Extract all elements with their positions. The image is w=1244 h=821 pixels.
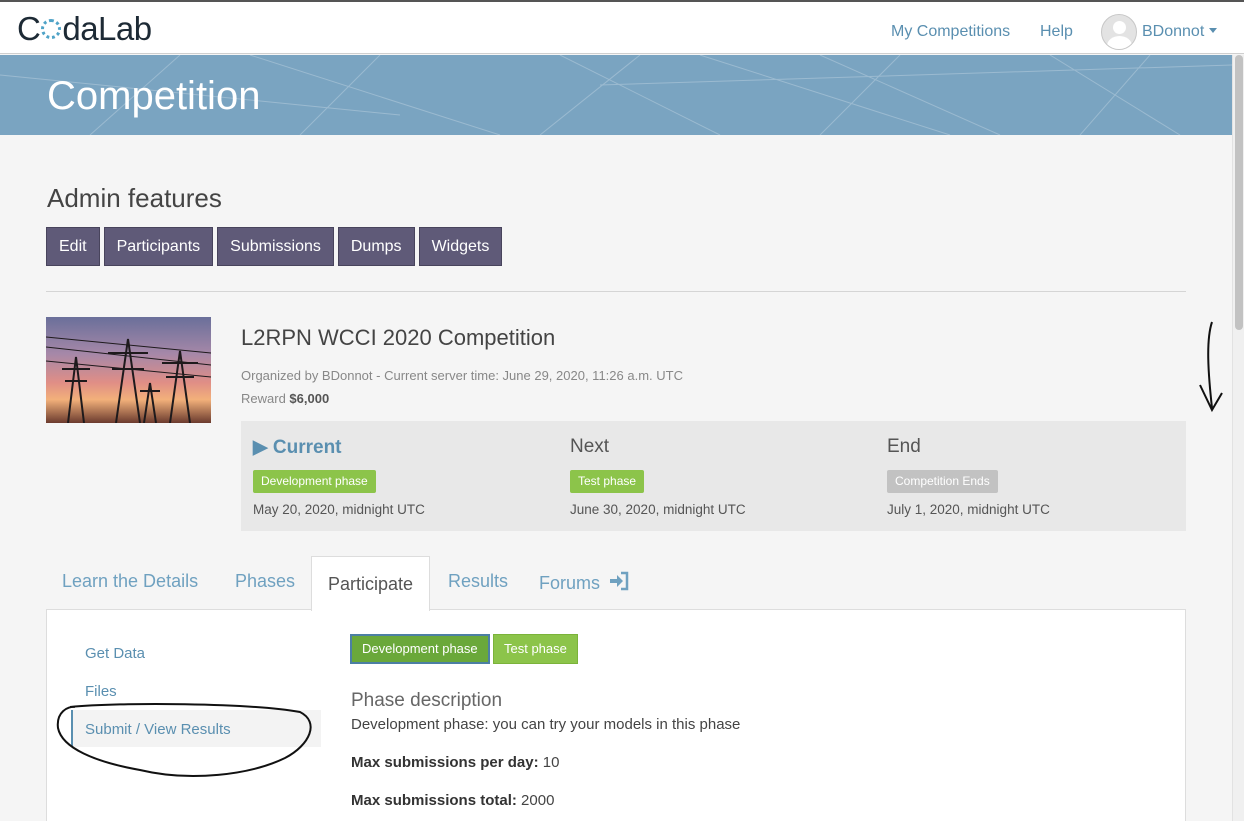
user-avatar-icon[interactable] [1101, 14, 1137, 50]
phase-end-heading: End [887, 436, 921, 457]
scrollbar[interactable] [1232, 55, 1244, 821]
tab-phases[interactable]: Phases [235, 571, 295, 592]
user-menu-name: BDonnot [1142, 23, 1205, 40]
reward-label: Reward [241, 391, 286, 406]
admin-features-title: Admin features [47, 183, 222, 213]
phase-current-label: Development phase [253, 470, 376, 493]
play-icon: ▶ [253, 437, 273, 458]
max-total-label: Max submissions total: [351, 792, 517, 809]
development-phase-button[interactable]: Development phase [350, 634, 490, 664]
caret-down-icon [1209, 28, 1218, 33]
side-link-files[interactable]: Files [85, 683, 117, 700]
scroll-thumb[interactable] [1235, 55, 1243, 330]
competition-meta: Organized by BDonnot - Current server ti… [241, 368, 683, 383]
dumps-button[interactable]: Dumps [337, 227, 415, 266]
page-banner: Competition [0, 55, 1232, 135]
phase-next-heading: Next [570, 436, 610, 457]
phase-current-head-text: Current [272, 437, 342, 458]
side-link-submit-view-results[interactable]: Submit / View Results [85, 721, 231, 738]
logo-text-end: daLab [62, 10, 152, 47]
tab-learn-the-details[interactable]: Learn the Details [62, 571, 198, 592]
test-phase-button[interactable]: Test phase [493, 634, 578, 664]
side-link-get-data[interactable]: Get Data [85, 645, 145, 662]
competition-title: L2RPN WCCI 2020 Competition [241, 325, 556, 350]
phase-timeline: ▶ Current Development phase May 20, 2020… [241, 421, 1186, 531]
tab-forums-label: Forums [539, 573, 601, 593]
phase-description-text: Development phase: you can try your mode… [351, 716, 741, 733]
phase-end-label: Competition Ends [887, 470, 998, 493]
reward-value: $6,000 [289, 391, 330, 406]
phase-next-label: Test phase [570, 470, 645, 493]
codalab-logo[interactable]: CdaLab [17, 10, 152, 48]
tab-participate[interactable]: Participate [311, 556, 430, 611]
tab-results[interactable]: Results [448, 571, 508, 592]
divider [46, 291, 1186, 292]
edit-button[interactable]: Edit [46, 227, 100, 266]
phase-end-date: July 1, 2020, midnight UTC [887, 502, 1050, 517]
user-menu[interactable]: BDonnot [1142, 23, 1218, 41]
page-title: Competition [47, 74, 261, 118]
phase-description-title: Phase description [351, 690, 503, 711]
logo-o-icon [41, 19, 62, 39]
phase-next-date: June 30, 2020, midnight UTC [570, 502, 746, 517]
admin-toolbar: Edit Participants Submissions Dumps Widg… [46, 227, 503, 266]
max-per-day-value: 10 [542, 754, 560, 771]
max-total-value: 2000 [521, 792, 555, 809]
competition-reward: Reward $6,000 [241, 391, 329, 406]
max-submissions-total: Max submissions total: 2000 [351, 792, 554, 809]
nav-help[interactable]: Help [1040, 23, 1073, 41]
logo-text-start: C [17, 10, 41, 47]
sign-in-icon [610, 571, 629, 591]
phase-current-heading: ▶ Current [253, 436, 342, 459]
max-submissions-per-day: Max submissions per day: 10 [351, 754, 559, 771]
participants-button[interactable]: Participants [103, 227, 214, 266]
max-per-day-label: Max submissions per day: [351, 754, 539, 771]
submissions-button[interactable]: Submissions [217, 227, 334, 266]
widgets-button[interactable]: Widgets [418, 227, 503, 266]
competition-image [46, 317, 211, 423]
top-navbar: CdaLab My Competitions Help BDonnot [0, 0, 1244, 54]
phase-current-date: May 20, 2020, midnight UTC [253, 502, 425, 517]
nav-my-competitions[interactable]: My Competitions [891, 23, 1010, 41]
hand-drawn-arrow [1199, 321, 1223, 413]
tab-forums[interactable]: Forums [539, 571, 630, 594]
